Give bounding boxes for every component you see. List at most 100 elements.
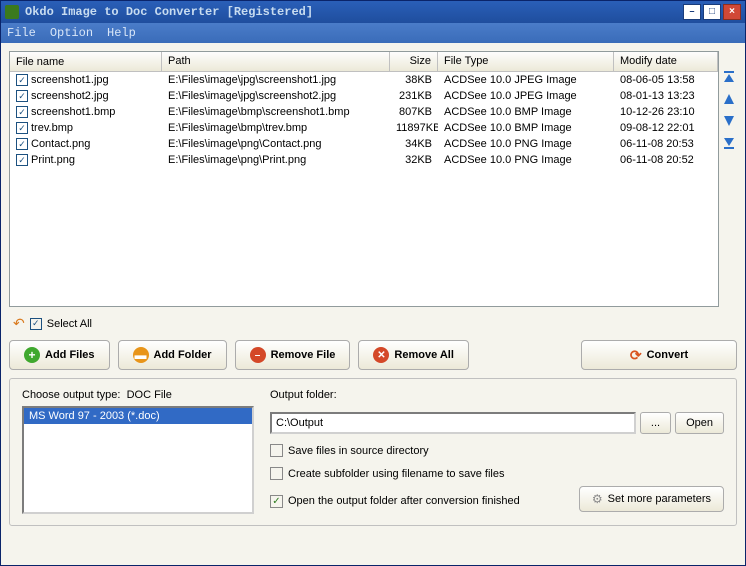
move-bottom-icon[interactable]	[721, 135, 737, 151]
file-path: E:\Files\image\png\Print.png	[162, 153, 390, 167]
file-size: 807KB	[390, 105, 438, 119]
app-window: Okdo Image to Doc Converter [Registered]…	[0, 0, 746, 566]
table-row[interactable]: ✓Print.png E:\Files\image\png\Print.png32…	[10, 152, 718, 168]
file-table: File name Path Size File Type Modify dat…	[10, 52, 718, 306]
row-checkbox[interactable]: ✓	[16, 106, 28, 118]
menu-option[interactable]: Option	[50, 26, 93, 40]
close-button[interactable]: ×	[723, 4, 741, 20]
file-path: E:\Files\image\png\Contact.png	[162, 137, 390, 151]
file-path: E:\Files\image\bmp\trev.bmp	[162, 121, 390, 135]
file-date: 08-01-13 13:23	[614, 89, 718, 103]
file-type: ACDSee 10.0 BMP Image	[438, 121, 614, 135]
file-date: 06-11-08 20:52	[614, 153, 718, 167]
select-all-row: ↶ ✓ Select All	[9, 315, 737, 332]
open-folder-button[interactable]: Open	[675, 412, 724, 434]
row-checkbox[interactable]: ✓	[16, 154, 28, 166]
menubar: File Option Help	[1, 23, 745, 43]
output-type-item[interactable]: MS Word 97 - 2003 (*.doc)	[24, 408, 252, 424]
titlebar: Okdo Image to Doc Converter [Registered]…	[1, 1, 745, 23]
app-icon	[5, 5, 19, 19]
output-folder-section: Output folder: ... Open Save files in so…	[270, 389, 724, 515]
file-type: ACDSee 10.0 JPEG Image	[438, 89, 614, 103]
add-folder-button[interactable]: ▬Add Folder	[118, 340, 227, 370]
table-body: ✓screenshot1.jpgE:\Files\image\jpg\scree…	[10, 72, 718, 168]
remove-icon: –	[250, 347, 266, 363]
move-up-icon[interactable]	[721, 91, 737, 107]
file-type: ACDSee 10.0 BMP Image	[438, 105, 614, 119]
file-date: 06-11-08 20:53	[614, 137, 718, 151]
set-parameters-button[interactable]: ⚙Set more parameters	[579, 486, 724, 512]
file-date: 10-12-26 23:10	[614, 105, 718, 119]
file-type: ACDSee 10.0 JPEG Image	[438, 73, 614, 87]
output-type-section: Choose output type: DOC File MS Word 97 …	[22, 389, 254, 515]
file-name: trev.bmp	[31, 122, 73, 134]
convert-icon: ⟳	[630, 347, 642, 364]
file-name: screenshot2.jpg	[31, 90, 109, 102]
create-subfolder-checkbox[interactable]	[270, 467, 283, 480]
remove-all-button[interactable]: ✕Remove All	[358, 340, 469, 370]
col-date-header[interactable]: Modify date	[614, 52, 718, 71]
window-title: Okdo Image to Doc Converter [Registered]	[25, 5, 683, 19]
file-size: 11897KB	[390, 121, 438, 135]
menu-file[interactable]: File	[7, 26, 36, 40]
file-size: 38KB	[390, 73, 438, 87]
menu-help[interactable]: Help	[107, 26, 136, 40]
up-arrow-icon: ↶	[13, 315, 25, 332]
remove-file-button[interactable]: –Remove File	[235, 340, 351, 370]
file-path: E:\Files\image\bmp\screenshot1.bmp	[162, 105, 390, 119]
output-folder-input[interactable]	[270, 412, 636, 434]
file-path: E:\Files\image\jpg\screenshot1.jpg	[162, 73, 390, 87]
file-type: ACDSee 10.0 PNG Image	[438, 153, 614, 167]
row-checkbox[interactable]: ✓	[16, 122, 28, 134]
select-all-checkbox[interactable]: ✓	[30, 318, 42, 330]
file-path: E:\Files\image\jpg\screenshot2.jpg	[162, 89, 390, 103]
output-folder-label: Output folder:	[270, 389, 724, 401]
row-checkbox[interactable]: ✓	[16, 138, 28, 150]
output-type-label: Choose output type:	[22, 389, 120, 401]
file-name: Contact.png	[31, 138, 90, 150]
col-size-header[interactable]: Size	[390, 52, 438, 71]
button-row: +Add Files ▬Add Folder –Remove File ✕Rem…	[9, 340, 737, 370]
row-checkbox[interactable]: ✓	[16, 74, 28, 86]
file-list-panel: File name Path Size File Type Modify dat…	[9, 51, 719, 307]
file-name: screenshot1.bmp	[31, 106, 115, 118]
create-subfolder-label: Create subfolder using filename to save …	[288, 468, 504, 480]
table-row[interactable]: ✓screenshot1.jpgE:\Files\image\jpg\scree…	[10, 72, 718, 88]
col-path-header[interactable]: Path	[162, 52, 390, 71]
gear-icon: ⚙	[592, 492, 603, 506]
file-date: 08-06-05 13:58	[614, 73, 718, 87]
file-size: 34KB	[390, 137, 438, 151]
file-size: 231KB	[390, 89, 438, 103]
save-source-checkbox[interactable]	[270, 444, 283, 457]
col-name-header[interactable]: File name	[10, 52, 162, 71]
output-type-value: DOC File	[127, 389, 172, 401]
bottom-panel: Choose output type: DOC File MS Word 97 …	[9, 378, 737, 526]
minimize-button[interactable]: –	[683, 4, 701, 20]
plus-icon: +	[24, 347, 40, 363]
maximize-button[interactable]: □	[703, 4, 721, 20]
table-header: File name Path Size File Type Modify dat…	[10, 52, 718, 72]
table-row[interactable]: ✓trev.bmp E:\Files\image\bmp\trev.bmp1189…	[10, 120, 718, 136]
table-row[interactable]: ✓screenshot2.jpg E:\Files\image\jpg\scree…	[10, 88, 718, 104]
browse-button[interactable]: ...	[640, 412, 671, 434]
reorder-arrows	[719, 51, 739, 307]
table-row[interactable]: ✓screenshot1.bmp E:\Files\image\bmp\scree…	[10, 104, 718, 120]
select-all-label: Select All	[47, 318, 92, 330]
file-date: 09-08-12 22:01	[614, 121, 718, 135]
output-type-list[interactable]: MS Word 97 - 2003 (*.doc)	[22, 406, 254, 514]
table-row[interactable]: ✓Contact.png E:\Files\image\png\Contact.p…	[10, 136, 718, 152]
col-type-header[interactable]: File Type	[438, 52, 614, 71]
file-name: Print.png	[31, 154, 75, 166]
content-area: File name Path Size File Type Modify dat…	[1, 43, 745, 565]
file-type: ACDSee 10.0 PNG Image	[438, 137, 614, 151]
move-top-icon[interactable]	[721, 69, 737, 85]
open-after-checkbox[interactable]: ✓	[270, 495, 283, 508]
convert-button[interactable]: ⟳Convert	[581, 340, 737, 370]
move-down-icon[interactable]	[721, 113, 737, 129]
save-source-label: Save files in source directory	[288, 445, 429, 457]
row-checkbox[interactable]: ✓	[16, 90, 28, 102]
file-size: 32KB	[390, 153, 438, 167]
folder-icon: ▬	[133, 347, 149, 363]
open-after-label: Open the output folder after conversion …	[288, 495, 520, 507]
add-files-button[interactable]: +Add Files	[9, 340, 110, 370]
